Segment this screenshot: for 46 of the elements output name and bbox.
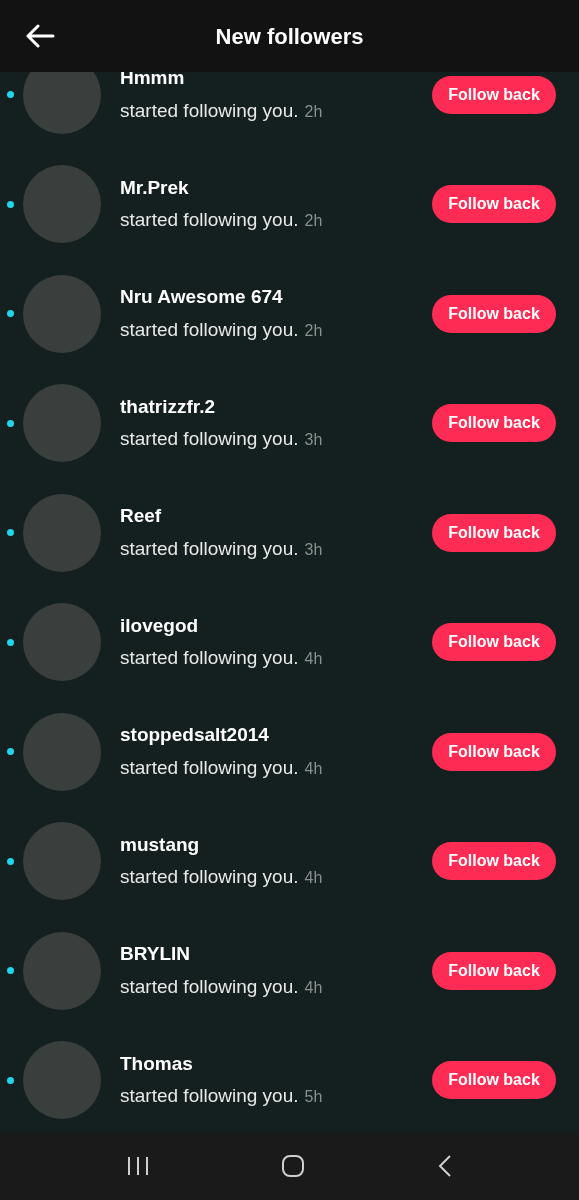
follow-back-button[interactable]: Follow back bbox=[432, 185, 556, 224]
follower-name[interactable]: Mr.Prek bbox=[120, 173, 432, 203]
recent-apps-icon[interactable] bbox=[125, 1155, 150, 1177]
follow-back-button[interactable]: Follow back bbox=[432, 513, 556, 552]
follow-message: started following you. bbox=[120, 317, 299, 342]
time-ago: 5h bbox=[304, 1087, 323, 1108]
time-ago: 3h bbox=[304, 539, 323, 560]
follow-message: started following you. bbox=[120, 974, 299, 999]
time-ago: 4h bbox=[304, 758, 323, 779]
follower-name[interactable]: stoppedsalt2014 bbox=[120, 721, 432, 750]
back-button[interactable] bbox=[24, 22, 56, 50]
follow-message: started following you. bbox=[120, 536, 299, 561]
time-ago: 2h bbox=[304, 320, 323, 341]
follow-back-button[interactable]: Follow back bbox=[432, 294, 556, 333]
follow-back-button[interactable]: Follow back bbox=[432, 842, 556, 881]
follow-message: started following you. bbox=[120, 865, 299, 890]
follow-message: started following you. bbox=[120, 98, 299, 123]
follow-message: started following you. bbox=[120, 208, 299, 233]
avatar-placeholder[interactable] bbox=[23, 72, 101, 134]
follow-message: started following you. bbox=[120, 427, 299, 452]
follower-name[interactable]: Hmmm bbox=[120, 72, 432, 93]
follower-name[interactable]: BRYLIN bbox=[120, 940, 432, 969]
follow-back-button[interactable]: Follow back bbox=[432, 623, 556, 662]
follower-name[interactable]: thatrizzfr.2 bbox=[120, 392, 432, 422]
follower-name[interactable]: Thomas bbox=[120, 1049, 432, 1079]
follow-back-button[interactable]: Follow back bbox=[432, 1061, 556, 1100]
follow-back-button[interactable]: Follow back bbox=[432, 75, 556, 114]
time-ago: 4h bbox=[304, 868, 323, 889]
follower-name[interactable]: Nru Awesome 674 bbox=[120, 283, 432, 312]
follower-name[interactable]: mustang bbox=[120, 830, 432, 860]
follow-back-button[interactable]: Follow back bbox=[432, 404, 556, 443]
home-icon[interactable] bbox=[281, 1154, 306, 1178]
time-ago: 4h bbox=[304, 649, 323, 670]
follow-back-button[interactable]: Follow back bbox=[432, 951, 556, 990]
follow-message: started following you. bbox=[120, 646, 299, 671]
follower-name[interactable]: ilovegod bbox=[120, 611, 432, 641]
time-ago: 2h bbox=[304, 211, 323, 232]
follow-message: started following you. bbox=[120, 1084, 299, 1109]
time-ago: 3h bbox=[304, 430, 323, 451]
page-title: New followers bbox=[215, 22, 364, 51]
back-icon[interactable] bbox=[437, 1154, 454, 1178]
time-ago: 4h bbox=[304, 977, 323, 998]
time-ago: 2h bbox=[304, 101, 323, 122]
follow-back-button[interactable]: Follow back bbox=[432, 732, 556, 771]
follow-message: started following you. bbox=[120, 755, 299, 780]
follower-name[interactable]: Reef bbox=[120, 502, 432, 531]
